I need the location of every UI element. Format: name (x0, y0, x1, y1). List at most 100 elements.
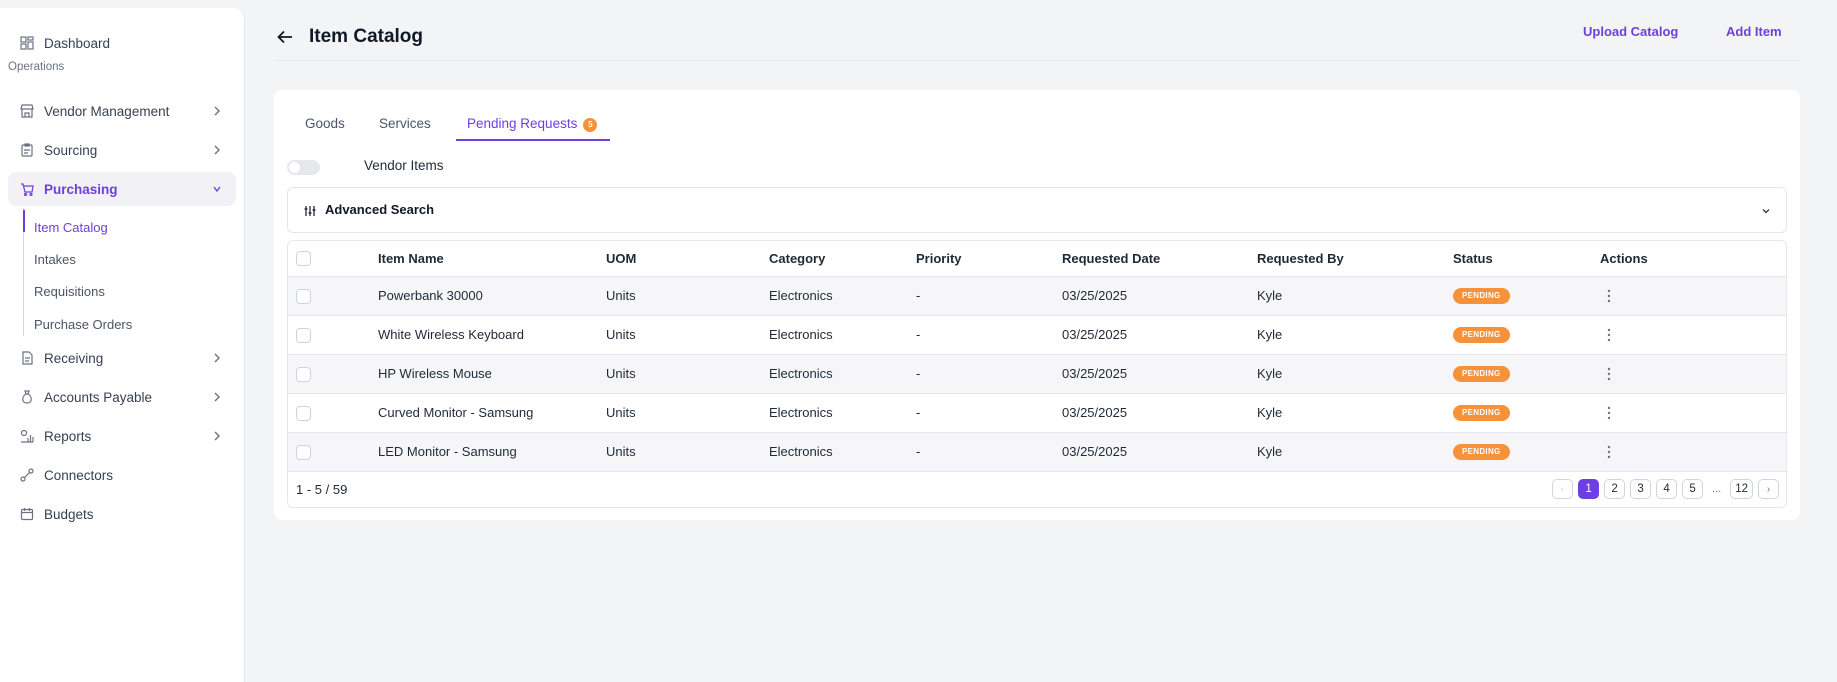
sidebar-item-accounts-payable[interactable]: Accounts Payable (8, 380, 236, 414)
row-checkbox[interactable] (296, 328, 311, 343)
cell-category: Electronics (769, 366, 833, 381)
table-row[interactable]: White Wireless Keyboard Units Electronic… (288, 316, 1786, 355)
sidebar-item-label: Sourcing (44, 142, 98, 158)
cell-requested-by: Kyle (1257, 288, 1283, 303)
sidebar-item-label: Vendor Management (44, 103, 170, 119)
table-row[interactable]: LED Monitor - Samsung Units Electronics … (288, 433, 1786, 472)
cell-category: Electronics (769, 327, 833, 342)
more-actions-icon[interactable] (1600, 326, 1618, 344)
status-badge: PENDING (1453, 444, 1510, 460)
clipboard-icon (20, 143, 34, 157)
pagination-range: 1 - 5 / 59 (296, 482, 348, 497)
more-actions-icon[interactable] (1600, 287, 1618, 305)
col-category[interactable]: Category (769, 251, 825, 266)
cell-requested-date: 03/25/2025 (1062, 405, 1128, 420)
more-actions-icon[interactable] (1600, 365, 1618, 383)
row-checkbox[interactable] (296, 367, 311, 382)
cell-uom: Units (606, 288, 636, 303)
row-checkbox[interactable] (296, 445, 311, 460)
active-indicator (23, 210, 25, 232)
purchasing-submenu: Item Catalog Intakes Requisitions Purcha… (23, 208, 223, 336)
sidebar-item-connectors[interactable]: Connectors (8, 458, 236, 492)
page-button-last[interactable]: 12 (1730, 479, 1753, 499)
cell-item-name: HP Wireless Mouse (378, 366, 492, 381)
page-button-5[interactable]: 5 (1682, 479, 1704, 499)
select-all-checkbox[interactable] (296, 251, 311, 266)
cell-requested-date: 03/25/2025 (1062, 288, 1128, 303)
toggle-knob (289, 162, 300, 173)
col-status[interactable]: Status (1453, 251, 1493, 266)
add-item-button[interactable]: Add Item (1726, 24, 1782, 39)
status-badge: PENDING (1453, 366, 1510, 382)
page-button-2[interactable]: 2 (1604, 479, 1626, 499)
advanced-search-panel[interactable]: Advanced Search (287, 187, 1787, 233)
page-button-1[interactable]: 1 (1578, 479, 1600, 499)
pagination: ‹ 1 2 3 4 5 ... 12 › (1552, 479, 1779, 499)
more-actions-icon[interactable] (1600, 404, 1618, 422)
col-requested-date[interactable]: Requested Date (1062, 251, 1160, 266)
sidebar-item-dashboard[interactable]: Dashboard (8, 26, 236, 60)
cell-category: Electronics (769, 444, 833, 459)
sidebar-item-sourcing[interactable]: Sourcing (8, 133, 236, 167)
tab-services[interactable]: Services (379, 116, 431, 131)
sidebar-item-reports[interactable]: Reports (8, 419, 236, 453)
cell-priority: - (916, 366, 921, 381)
moneybag-icon (20, 390, 34, 404)
cell-uom: Units (606, 366, 636, 381)
sidebar-item-vendor-management[interactable]: Vendor Management (8, 94, 236, 128)
row-checkbox[interactable] (296, 289, 311, 304)
col-requested-by[interactable]: Requested By (1257, 251, 1344, 266)
connector-icon (20, 468, 34, 482)
sliders-icon (304, 206, 316, 216)
vendor-items-label: Vendor Items (364, 158, 444, 173)
tab-pending-requests[interactable]: Pending Requests 5 (467, 116, 598, 132)
row-checkbox[interactable] (296, 406, 311, 421)
prev-page-button[interactable]: ‹ (1552, 479, 1574, 499)
sidebar-item-purchasing[interactable]: Purchasing (8, 172, 236, 206)
cell-requested-by: Kyle (1257, 405, 1283, 420)
submenu-item-purchase-orders[interactable]: Purchase Orders (34, 317, 132, 332)
more-actions-icon[interactable] (1600, 443, 1618, 461)
cell-item-name: Curved Monitor - Samsung (378, 405, 534, 420)
cell-requested-by: Kyle (1257, 327, 1283, 342)
sidebar-item-receiving[interactable]: Receiving (8, 341, 236, 375)
page-button-4[interactable]: 4 (1656, 479, 1678, 499)
header-divider (274, 60, 1800, 61)
col-item-name[interactable]: Item Name (378, 251, 444, 266)
cell-item-name: LED Monitor - Samsung (378, 444, 517, 459)
chevron-right-icon (214, 145, 220, 155)
cell-requested-by: Kyle (1257, 366, 1283, 381)
chevron-right-icon (214, 353, 220, 363)
sidebar-item-label: Budgets (44, 506, 94, 522)
cell-priority: - (916, 444, 921, 459)
sidebar-item-label: Purchasing (44, 181, 118, 197)
submenu-item-requisitions[interactable]: Requisitions (34, 284, 105, 299)
chevron-down-icon (213, 186, 221, 193)
tab-goods[interactable]: Goods (305, 116, 345, 131)
sidebar-item-label: Dashboard (44, 35, 111, 51)
vendor-items-toggle[interactable] (287, 160, 320, 175)
table-row[interactable]: Powerbank 30000 Units Electronics - 03/2… (288, 277, 1786, 316)
back-arrow-icon[interactable] (276, 28, 294, 46)
sidebar-item-budgets[interactable]: Budgets (8, 497, 236, 531)
cell-category: Electronics (769, 405, 833, 420)
submenu-item-intakes[interactable]: Intakes (34, 252, 76, 267)
sidebar-item-label: Connectors (44, 467, 114, 483)
next-page-button[interactable]: › (1758, 479, 1779, 499)
grid-icon (20, 36, 34, 50)
page-button-3[interactable]: 3 (1630, 479, 1652, 499)
col-actions: Actions (1600, 251, 1648, 266)
submenu-item-item-catalog[interactable]: Item Catalog (34, 220, 108, 235)
cell-priority: - (916, 288, 921, 303)
status-badge: PENDING (1453, 327, 1510, 343)
upload-catalog-button[interactable]: Upload Catalog (1583, 24, 1678, 39)
table-row[interactable]: Curved Monitor - Samsung Units Electroni… (288, 394, 1786, 433)
cell-priority: - (916, 405, 921, 420)
col-uom[interactable]: UOM (606, 251, 636, 266)
table-row[interactable]: HP Wireless Mouse Units Electronics - 03… (288, 355, 1786, 394)
sidebar-item-label: Receiving (44, 350, 104, 366)
col-priority[interactable]: Priority (916, 251, 962, 266)
sidebar-item-label: Accounts Payable (44, 389, 153, 405)
section-label-operations: Operations (8, 61, 65, 73)
cell-requested-date: 03/25/2025 (1062, 444, 1128, 459)
